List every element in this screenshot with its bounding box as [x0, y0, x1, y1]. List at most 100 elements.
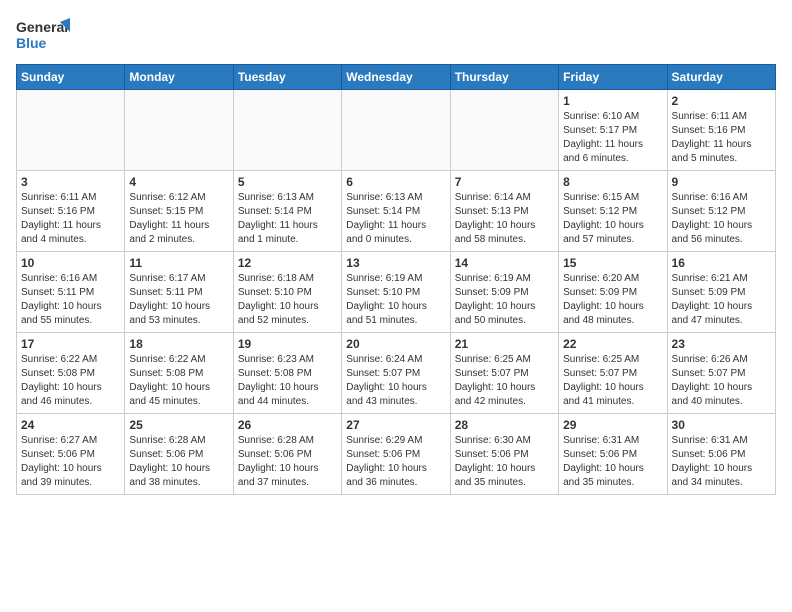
day-info: Sunrise: 6:11 AM Sunset: 5:16 PM Dayligh…	[21, 191, 120, 247]
day-number: 25	[129, 418, 228, 432]
day-info: Sunrise: 6:19 AM Sunset: 5:10 PM Dayligh…	[346, 272, 445, 328]
calendar-cell: 20 Sunrise: 6:24 AM Sunset: 5:07 PM Dayli…	[342, 333, 450, 414]
day-info: Sunrise: 6:22 AM Sunset: 5:08 PM Dayligh…	[21, 353, 120, 409]
calendar-cell: 11 Sunrise: 6:17 AM Sunset: 5:11 PM Dayli…	[125, 252, 233, 333]
day-number: 13	[346, 256, 445, 270]
day-info: Sunrise: 6:31 AM Sunset: 5:06 PM Dayligh…	[563, 434, 662, 490]
calendar-week-row: 10 Sunrise: 6:16 AM Sunset: 5:11 PM Dayli…	[17, 252, 776, 333]
weekday-header: Wednesday	[342, 65, 450, 90]
calendar-cell: 17Sunrise: 6:22 AM Sunset: 5:08 PM Dayli…	[17, 333, 125, 414]
day-info: Sunrise: 6:26 AM Sunset: 5:07 PM Dayligh…	[672, 353, 771, 409]
calendar-cell: 18 Sunrise: 6:22 AM Sunset: 5:08 PM Dayli…	[125, 333, 233, 414]
day-number: 26	[238, 418, 337, 432]
calendar-cell: 4Sunrise: 6:12 AM Sunset: 5:15 PM Daylig…	[125, 171, 233, 252]
calendar-cell: 2 Sunrise: 6:11 AM Sunset: 5:16 PM Daylig…	[667, 90, 775, 171]
day-info: Sunrise: 6:28 AM Sunset: 5:06 PM Dayligh…	[129, 434, 228, 490]
calendar-cell	[233, 90, 341, 171]
day-number: 3	[21, 175, 120, 189]
day-number: 1	[563, 94, 662, 108]
calendar-cell: 19 Sunrise: 6:23 AM Sunset: 5:08 PM Dayli…	[233, 333, 341, 414]
day-info: Sunrise: 6:31 AM Sunset: 5:06 PM Dayligh…	[672, 434, 771, 490]
day-number: 9	[672, 175, 771, 189]
day-info: Sunrise: 6:23 AM Sunset: 5:08 PM Dayligh…	[238, 353, 337, 409]
calendar-cell: 16 Sunrise: 6:21 AM Sunset: 5:09 PM Dayli…	[667, 252, 775, 333]
calendar-cell	[450, 90, 558, 171]
day-info: Sunrise: 6:20 AM Sunset: 5:09 PM Dayligh…	[563, 272, 662, 328]
calendar-cell: 25 Sunrise: 6:28 AM Sunset: 5:06 PM Dayli…	[125, 414, 233, 495]
day-info: Sunrise: 6:28 AM Sunset: 5:06 PM Dayligh…	[238, 434, 337, 490]
calendar-week-row: 17Sunrise: 6:22 AM Sunset: 5:08 PM Dayli…	[17, 333, 776, 414]
calendar-cell: 13 Sunrise: 6:19 AM Sunset: 5:10 PM Dayli…	[342, 252, 450, 333]
calendar-cell: 24 Sunrise: 6:27 AM Sunset: 5:06 PM Dayli…	[17, 414, 125, 495]
day-info: Sunrise: 6:25 AM Sunset: 5:07 PM Dayligh…	[563, 353, 662, 409]
calendar-cell: 1 Sunrise: 6:10 AM Sunset: 5:17 PM Daylig…	[559, 90, 667, 171]
calendar-cell: 12Sunrise: 6:18 AM Sunset: 5:10 PM Dayli…	[233, 252, 341, 333]
day-number: 28	[455, 418, 554, 432]
calendar-cell: 6 Sunrise: 6:13 AM Sunset: 5:14 PM Daylig…	[342, 171, 450, 252]
svg-text:General: General	[16, 19, 68, 35]
day-info: Sunrise: 6:14 AM Sunset: 5:13 PM Dayligh…	[455, 191, 554, 247]
calendar-week-row: 3 Sunrise: 6:11 AM Sunset: 5:16 PM Daylig…	[17, 171, 776, 252]
day-info: Sunrise: 6:22 AM Sunset: 5:08 PM Dayligh…	[129, 353, 228, 409]
day-number: 16	[672, 256, 771, 270]
day-info: Sunrise: 6:11 AM Sunset: 5:16 PM Dayligh…	[672, 110, 771, 166]
day-number: 14	[455, 256, 554, 270]
day-number: 6	[346, 175, 445, 189]
weekday-header: Saturday	[667, 65, 775, 90]
weekday-header: Sunday	[17, 65, 125, 90]
day-number: 18	[129, 337, 228, 351]
day-number: 24	[21, 418, 120, 432]
page-header: GeneralBlue	[16, 16, 776, 56]
day-info: Sunrise: 6:30 AM Sunset: 5:06 PM Dayligh…	[455, 434, 554, 490]
day-info: Sunrise: 6:13 AM Sunset: 5:14 PM Dayligh…	[346, 191, 445, 247]
calendar-cell: 26 Sunrise: 6:28 AM Sunset: 5:06 PM Dayli…	[233, 414, 341, 495]
calendar-table: SundayMondayTuesdayWednesdayThursdayFrid…	[16, 64, 776, 495]
weekday-header: Tuesday	[233, 65, 341, 90]
calendar-cell	[342, 90, 450, 171]
day-number: 23	[672, 337, 771, 351]
calendar-cell: 29 Sunrise: 6:31 AM Sunset: 5:06 PM Dayli…	[559, 414, 667, 495]
day-number: 30	[672, 418, 771, 432]
calendar-week-row: 1 Sunrise: 6:10 AM Sunset: 5:17 PM Daylig…	[17, 90, 776, 171]
calendar-cell: 14 Sunrise: 6:19 AM Sunset: 5:09 PM Dayli…	[450, 252, 558, 333]
calendar-cell: 21Sunrise: 6:25 AM Sunset: 5:07 PM Dayli…	[450, 333, 558, 414]
weekday-header: Friday	[559, 65, 667, 90]
weekday-header: Thursday	[450, 65, 558, 90]
day-number: 19	[238, 337, 337, 351]
calendar-week-row: 24 Sunrise: 6:27 AM Sunset: 5:06 PM Dayli…	[17, 414, 776, 495]
day-number: 11	[129, 256, 228, 270]
calendar-cell: 10 Sunrise: 6:16 AM Sunset: 5:11 PM Dayli…	[17, 252, 125, 333]
calendar-cell	[125, 90, 233, 171]
day-number: 15	[563, 256, 662, 270]
calendar-cell: 30 Sunrise: 6:31 AM Sunset: 5:06 PM Dayli…	[667, 414, 775, 495]
day-info: Sunrise: 6:25 AM Sunset: 5:07 PM Dayligh…	[455, 353, 554, 409]
calendar-cell: 9Sunrise: 6:16 AM Sunset: 5:12 PM Daylig…	[667, 171, 775, 252]
day-info: Sunrise: 6:12 AM Sunset: 5:15 PM Dayligh…	[129, 191, 228, 247]
day-number: 7	[455, 175, 554, 189]
day-info: Sunrise: 6:16 AM Sunset: 5:11 PM Dayligh…	[21, 272, 120, 328]
day-number: 10	[21, 256, 120, 270]
day-info: Sunrise: 6:19 AM Sunset: 5:09 PM Dayligh…	[455, 272, 554, 328]
day-number: 22	[563, 337, 662, 351]
weekday-header: Monday	[125, 65, 233, 90]
day-number: 8	[563, 175, 662, 189]
day-number: 2	[672, 94, 771, 108]
calendar-cell: 27Sunrise: 6:29 AM Sunset: 5:06 PM Dayli…	[342, 414, 450, 495]
calendar-cell: 28 Sunrise: 6:30 AM Sunset: 5:06 PM Dayli…	[450, 414, 558, 495]
day-number: 20	[346, 337, 445, 351]
day-number: 29	[563, 418, 662, 432]
day-info: Sunrise: 6:17 AM Sunset: 5:11 PM Dayligh…	[129, 272, 228, 328]
day-number: 5	[238, 175, 337, 189]
calendar-cell: 7 Sunrise: 6:14 AM Sunset: 5:13 PM Daylig…	[450, 171, 558, 252]
calendar-cell: 3 Sunrise: 6:11 AM Sunset: 5:16 PM Daylig…	[17, 171, 125, 252]
day-info: Sunrise: 6:27 AM Sunset: 5:06 PM Dayligh…	[21, 434, 120, 490]
calendar-cell: 23 Sunrise: 6:26 AM Sunset: 5:07 PM Dayli…	[667, 333, 775, 414]
calendar-cell: 5 Sunrise: 6:13 AM Sunset: 5:14 PM Daylig…	[233, 171, 341, 252]
day-info: Sunrise: 6:10 AM Sunset: 5:17 PM Dayligh…	[563, 110, 662, 166]
logo-svg: GeneralBlue	[16, 16, 71, 56]
day-info: Sunrise: 6:21 AM Sunset: 5:09 PM Dayligh…	[672, 272, 771, 328]
weekday-header-row: SundayMondayTuesdayWednesdayThursdayFrid…	[17, 65, 776, 90]
day-info: Sunrise: 6:13 AM Sunset: 5:14 PM Dayligh…	[238, 191, 337, 247]
calendar-cell: 15 Sunrise: 6:20 AM Sunset: 5:09 PM Dayli…	[559, 252, 667, 333]
day-info: Sunrise: 6:24 AM Sunset: 5:07 PM Dayligh…	[346, 353, 445, 409]
